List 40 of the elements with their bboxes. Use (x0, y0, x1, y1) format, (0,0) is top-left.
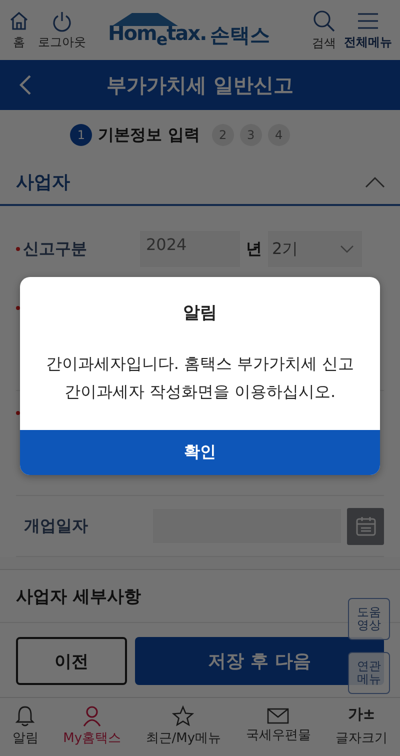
hometax-logo[interactable]: Hom$_{e}$tax. 손택스 (108, 11, 270, 49)
floating-shortcut[interactable]: 도움 영상 (348, 598, 390, 640)
home-icon (8, 10, 30, 32)
tab-font[interactable]: 가± 글자크기 (336, 705, 388, 747)
step-number: 4 (268, 124, 290, 146)
tab-star[interactable]: 최근/My메뉴 (146, 705, 222, 747)
caret-icon (340, 245, 354, 253)
person-icon (82, 705, 102, 727)
step-number: 3 (240, 124, 262, 146)
bell-icon (15, 705, 36, 727)
search-icon (312, 8, 336, 32)
tab-mail[interactable]: 국세우편물 (246, 708, 311, 744)
field-label: 개업일자 (23, 516, 89, 536)
step-number: 2 (212, 124, 234, 146)
year-unit: 년 (246, 238, 262, 260)
step-number: 1 (70, 124, 92, 146)
roof-icon (110, 11, 180, 27)
section-header[interactable]: 사업자 (0, 160, 400, 206)
back-icon[interactable] (18, 74, 32, 96)
search-button[interactable]: 검색 (312, 8, 336, 52)
term-select[interactable]: 2기 (268, 231, 362, 267)
power-icon (51, 10, 73, 32)
mail-icon (267, 708, 290, 724)
step-label: 기본정보 입력 (98, 124, 200, 146)
menu-button[interactable]: 전체메뉴 (344, 10, 392, 50)
calendar-icon (354, 515, 377, 537)
dialog-message: 간이과세자입니다. 홈택스 부가가치세 신고 간이과세자 작성화면을 이용하십시오. (44, 353, 356, 403)
floating-shortcut[interactable]: 연관 메뉴 (348, 652, 390, 694)
page-title: 부가가치세 일반신고 (106, 72, 294, 98)
dialog-title: 알림 (182, 302, 218, 325)
year-field[interactable]: 2024 (140, 231, 240, 267)
star-icon (172, 705, 194, 727)
calendar-button[interactable] (347, 508, 384, 544)
tab-person[interactable]: My홈택스 (63, 705, 122, 747)
field-label: 신고구분 (16, 238, 134, 260)
confirm-button[interactable]: 확인 (20, 430, 380, 475)
tab-bell[interactable]: 알림 (12, 705, 38, 747)
home-button[interactable]: 홈 (8, 10, 30, 50)
logout-button[interactable]: 로그아웃 (38, 10, 86, 50)
previous-button[interactable]: 이전 (16, 637, 127, 685)
